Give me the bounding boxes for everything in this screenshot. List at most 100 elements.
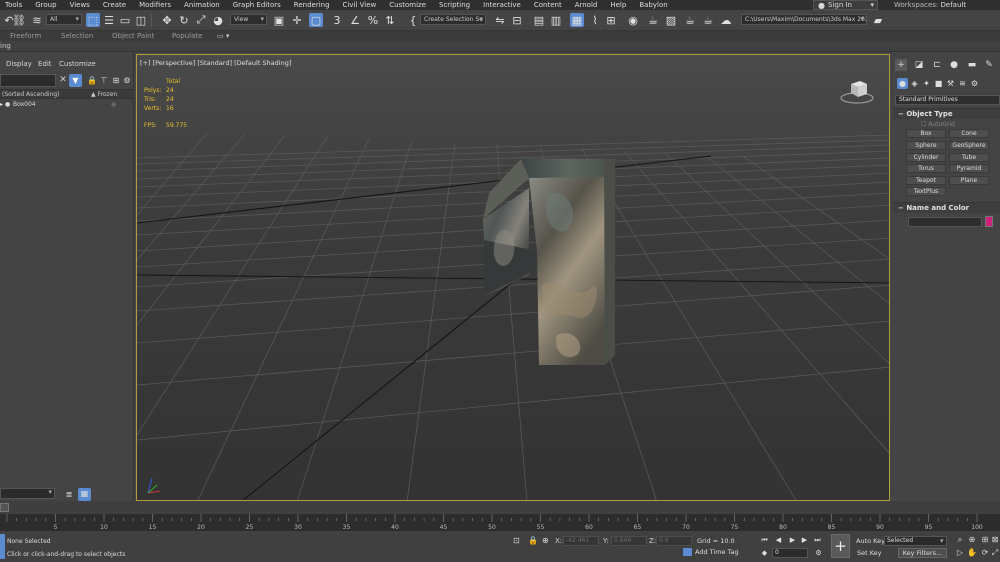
viewport-label-menu[interactable]: [+] [Perspective] [Standard] [Default Sh… (140, 59, 291, 67)
menu-graph-editors[interactable]: Graph Editors (228, 0, 289, 10)
select-by-name-icon[interactable]: ☰ (102, 13, 116, 27)
selection-lock-icon[interactable]: 🔒 (528, 536, 538, 545)
create-tab-icon[interactable]: + (895, 59, 907, 71)
cameras-icon[interactable]: ■ (933, 78, 944, 89)
menu-animation[interactable]: Animation (179, 0, 228, 10)
link-icon[interactable]: ⛓ (12, 13, 26, 27)
modify-tab-icon[interactable]: ◪ (913, 59, 925, 71)
set-project-folder-icon[interactable]: ▰ (871, 13, 885, 27)
sphere-button[interactable]: Sphere (906, 141, 946, 150)
bind-space-warp-icon[interactable]: ≋ (30, 13, 44, 27)
menu-rendering[interactable]: Rendering (289, 0, 338, 10)
add-time-tag-button[interactable]: Add Time Tag (683, 548, 739, 556)
ribbon-tab-populate[interactable]: Populate (172, 31, 202, 41)
layer-dropdown[interactable] (0, 488, 55, 499)
shapes-icon[interactable]: ◈ (909, 78, 920, 89)
zoom-extents-icon[interactable]: ⊞ (980, 535, 990, 545)
move-icon[interactable]: ✥ (160, 13, 174, 27)
box-button[interactable]: Box (906, 129, 946, 138)
filter-icon[interactable]: ▼ (69, 74, 82, 87)
render-in-cloud-icon[interactable]: ☁ (719, 13, 733, 27)
rectangular-selection-icon[interactable]: ▭ (118, 13, 132, 27)
ribbon-tab-freeform[interactable]: Freeform (10, 31, 41, 41)
layer-icon[interactable]: ⊞ (111, 75, 121, 86)
geosphere-button[interactable]: GeoSphere (949, 141, 989, 150)
select-manipulate-icon[interactable]: ✛ (290, 13, 304, 27)
name-and-color-rollout[interactable]: − Name and Color (893, 202, 1000, 213)
next-frame-icon[interactable]: ▶ (800, 536, 809, 545)
perspective-viewport[interactable]: [+] [Perspective] [Standard] [Default Sh… (136, 54, 890, 501)
key-filters-button[interactable]: Key Filters... (898, 548, 947, 558)
primitive-category-dropdown[interactable]: Standard Primitives (895, 95, 1000, 105)
motion-tab-icon[interactable]: ● (948, 59, 960, 71)
menu-civil-view[interactable]: Civil View (338, 0, 385, 10)
workspaces-selector[interactable]: Workspaces: Default (894, 0, 966, 10)
menu-tools[interactable]: Tools (0, 0, 30, 10)
named-selection-set-dropdown[interactable]: Create Selection Se (420, 14, 486, 25)
object-name-field[interactable] (908, 217, 982, 227)
list-item[interactable]: ▸ ● Box004 ● (0, 100, 134, 110)
expand-icon[interactable]: ▸ (0, 100, 3, 110)
settings-icon[interactable]: ⚙ (122, 75, 132, 86)
render-iterative-icon[interactable]: ☕ (701, 13, 715, 27)
reference-coordinate-dropdown[interactable]: View (230, 14, 267, 25)
textplus-button[interactable]: TextPlus (906, 187, 946, 196)
current-frame-field[interactable]: 0 (772, 548, 808, 558)
sign-in-button[interactable]: ● Sign In ▾ (813, 0, 878, 10)
set-keys-button[interactable]: + (831, 534, 850, 558)
toggle-ribbon-icon[interactable]: ▦ (570, 13, 584, 27)
menu-scripting[interactable]: Scripting (434, 0, 478, 10)
menu-babylon[interactable]: Babylon (634, 0, 675, 10)
absolute-mode-icon[interactable]: ⊕ (542, 536, 549, 545)
y-coordinate-field[interactable]: 5.646 (611, 536, 647, 546)
menu-interactive[interactable]: Interactive (478, 0, 529, 10)
material-editor-icon[interactable]: ◉ (626, 13, 640, 27)
orbit-icon[interactable]: ⟳ (980, 548, 990, 558)
space-warps-icon[interactable]: ≋ (957, 78, 968, 89)
maximize-viewport-icon[interactable]: ⤢ (990, 548, 1000, 558)
selection-filter-dropdown[interactable]: All (46, 14, 82, 25)
menu-content[interactable]: Content (529, 0, 570, 10)
toggle-layer-explorer-icon[interactable]: ▥ (549, 13, 563, 27)
key-mode-icon[interactable]: ◆ (760, 549, 769, 558)
keyboard-shortcut-override-icon[interactable]: ▢ (309, 13, 323, 27)
eye-icon[interactable]: ● (5, 100, 10, 110)
lights-icon[interactable]: ✦ (921, 78, 932, 89)
object-type-rollout[interactable]: − Object Type (893, 108, 1000, 119)
go-to-end-icon[interactable]: ⏭ (813, 536, 822, 545)
edit-named-selection-icon[interactable]: { (406, 13, 420, 27)
torus-button[interactable]: Torus (906, 164, 946, 173)
menu-views[interactable]: Views (65, 0, 98, 10)
schematic-view-icon[interactable]: ⊞ (604, 13, 618, 27)
teapot-button[interactable]: Teapot (906, 176, 946, 185)
menu-group[interactable]: Group (30, 0, 64, 10)
menu-customize[interactable]: Customize (384, 0, 434, 10)
z-coordinate-field[interactable]: 0.0 (656, 536, 692, 546)
zoom-extents-all-icon[interactable]: ⊠ (990, 535, 1000, 545)
spinner-snap-icon[interactable]: ⇅ (383, 13, 397, 27)
close-icon[interactable]: ✕ (58, 74, 68, 87)
toggle-sort-icon[interactable]: ▦ (78, 488, 91, 501)
angle-snap-icon[interactable]: ∠ (348, 13, 362, 27)
autogrid-checkbox[interactable]: ☐ AutoGrid (921, 121, 955, 128)
render-production-icon[interactable]: ☕ (683, 13, 697, 27)
isolate-selection-icon[interactable]: ⊡ (513, 536, 520, 545)
curve-editor-icon[interactable]: ⌇ (588, 13, 602, 27)
scale-icon[interactable]: ⤢ (194, 13, 208, 27)
pivot-center-icon[interactable]: ▣ (272, 13, 286, 27)
pyramid-button[interactable]: Pyramid (949, 164, 989, 173)
ribbon-options-icon[interactable]: ▭ ▾ (217, 31, 229, 41)
toggle-scene-explorer-icon[interactable]: ▤ (532, 13, 546, 27)
zoom-all-icon[interactable]: ⊕ (967, 535, 977, 545)
pan-icon[interactable]: ✋ (967, 548, 977, 558)
rotate-icon[interactable]: ↻ (177, 13, 191, 27)
utilities-tab-icon[interactable]: ✎ (983, 59, 995, 71)
x-coordinate-field[interactable]: -42.461 (563, 536, 599, 546)
time-configuration-icon[interactable]: ⚙ (814, 549, 823, 558)
mirror-icon[interactable]: ⇋ (493, 13, 507, 27)
lock-icon[interactable]: 🔒 (87, 75, 97, 86)
percent-snap-icon[interactable]: % (366, 13, 380, 27)
place-icon[interactable]: ◕ (211, 13, 225, 27)
select-object-icon[interactable]: ⬚ (86, 13, 100, 27)
menu-modifiers[interactable]: Modifiers (134, 0, 179, 10)
